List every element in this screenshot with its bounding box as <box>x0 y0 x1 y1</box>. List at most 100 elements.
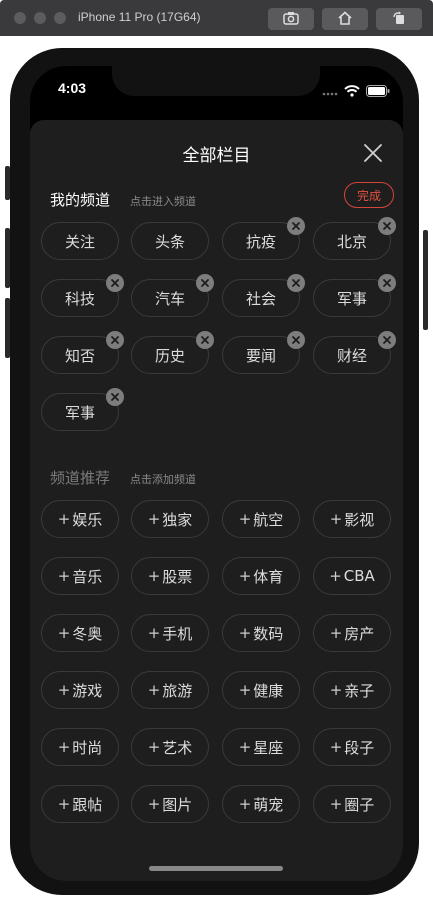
plus-icon: + <box>147 510 161 528</box>
my-channel-chip[interactable]: 军事 <box>41 388 124 431</box>
channel-label: 影视 <box>344 510 375 529</box>
recommended-channel-chip[interactable]: + 航空 <box>222 500 300 538</box>
channel-label: CBA <box>343 567 375 585</box>
my-channel-chip[interactable]: 知否 <box>41 331 124 374</box>
window-minimize-dot[interactable] <box>34 12 46 24</box>
recommended-channel-chip[interactable]: + 冬奥 <box>41 614 119 652</box>
recommended-channel-chip[interactable]: + 星座 <box>222 728 300 766</box>
plus-icon: + <box>238 738 252 756</box>
plus-icon: + <box>329 738 343 756</box>
plus-icon: + <box>147 567 161 585</box>
channel-label: 抗疫 <box>245 232 276 251</box>
channel-label: 图片 <box>162 795 193 814</box>
my-channel-chip[interactable]: 北京 <box>313 217 396 260</box>
plus-icon: + <box>329 795 343 813</box>
home-button[interactable] <box>322 8 368 30</box>
my-channel-chip[interactable]: 关注 <box>41 222 119 260</box>
remove-channel-icon[interactable] <box>378 274 396 292</box>
plus-icon: + <box>238 624 252 642</box>
plus-icon: + <box>329 510 343 528</box>
remove-channel-icon[interactable] <box>378 217 396 235</box>
recommended-channel-chip[interactable]: + 旅游 <box>131 671 209 709</box>
remove-channel-icon[interactable] <box>196 274 214 292</box>
simulator-title-bar: iPhone 11 Pro (17G64) <box>0 0 433 36</box>
power-button <box>423 230 428 330</box>
plus-icon: + <box>147 681 161 699</box>
recommended-channel-chip[interactable]: + 影视 <box>313 500 391 538</box>
recommended-channel-chip[interactable]: + 股票 <box>131 557 209 595</box>
recommended-channel-chip[interactable]: + 艺术 <box>131 728 209 766</box>
my-channel-chip[interactable]: 历史 <box>131 331 214 374</box>
my-channel-chip[interactable]: 科技 <box>41 274 124 317</box>
rotate-button[interactable] <box>376 8 422 30</box>
close-button[interactable] <box>360 140 386 166</box>
channel-label: 音乐 <box>72 567 103 586</box>
battery-icon <box>366 82 390 101</box>
screenshot-button[interactable] <box>268 8 314 30</box>
recommended-channel-chip[interactable]: + 数码 <box>222 614 300 652</box>
close-icon <box>360 144 386 170</box>
status-time: 4:03 <box>58 80 87 96</box>
recommended-channel-chip[interactable]: + 音乐 <box>41 557 119 595</box>
channel-label: 艺术 <box>162 738 193 757</box>
channel-label: 游戏 <box>72 681 103 700</box>
plus-icon: + <box>329 681 343 699</box>
channel-label: 社会 <box>245 289 276 308</box>
channel-label: 体育 <box>253 567 284 586</box>
recommended-channel-chip[interactable]: + 房产 <box>313 614 391 652</box>
remove-channel-icon[interactable] <box>106 388 124 406</box>
recommended-channel-chip[interactable]: + 段子 <box>313 728 391 766</box>
done-button[interactable]: 完成 <box>344 182 394 208</box>
my-channel-chip[interactable]: 汽车 <box>131 274 214 317</box>
recommended-channel-chip[interactable]: + 娱乐 <box>41 500 119 538</box>
channel-label: 手机 <box>162 624 193 643</box>
channel-label: 知否 <box>64 346 95 365</box>
channel-label: 汽车 <box>154 289 185 308</box>
channel-label: 要闻 <box>245 346 276 365</box>
recommended-channel-chip[interactable]: + 跟帖 <box>41 785 119 823</box>
my-channel-chip[interactable]: 军事 <box>313 274 396 317</box>
recommended-channel-chip[interactable]: + 圈子 <box>313 785 391 823</box>
recommended-channel-chip[interactable]: + 图片 <box>131 785 209 823</box>
remove-channel-icon[interactable] <box>196 331 214 349</box>
remove-channel-icon[interactable] <box>378 331 396 349</box>
channel-label: 健康 <box>253 681 284 700</box>
recommended-channel-chip[interactable]: + 亲子 <box>313 671 391 709</box>
channel-label: 历史 <box>154 346 185 365</box>
my-channel-chip[interactable]: 社会 <box>222 274 305 317</box>
plus-icon: + <box>238 510 252 528</box>
window-close-dot[interactable] <box>14 12 26 24</box>
remove-channel-icon[interactable] <box>287 331 305 349</box>
my-channel-chip[interactable]: 抗疫 <box>222 217 305 260</box>
remove-channel-icon[interactable] <box>106 331 124 349</box>
channel-label: 科技 <box>64 289 95 308</box>
recommended-channel-chip[interactable]: + 萌宠 <box>222 785 300 823</box>
plus-icon: + <box>57 795 71 813</box>
my-channel-chip[interactable]: 头条 <box>131 222 209 260</box>
channel-label: 旅游 <box>162 681 193 700</box>
recommended-channel-chip[interactable]: + 健康 <box>222 671 300 709</box>
channel-label: 财经 <box>336 346 367 365</box>
my-channel-chip[interactable]: 要闻 <box>222 331 305 374</box>
plus-icon: + <box>238 795 252 813</box>
my-channels-title: 我的频道 <box>50 191 111 209</box>
my-channel-chip[interactable]: 财经 <box>313 331 396 374</box>
recommended-channel-chip[interactable]: + 独家 <box>131 500 209 538</box>
channel-label: 独家 <box>162 510 193 529</box>
remove-channel-icon[interactable] <box>287 217 305 235</box>
rotate-icon <box>391 10 407 29</box>
recommended-channel-chip[interactable]: + CBA <box>313 557 391 595</box>
recommended-hint: 点击添加频道 <box>130 473 196 486</box>
recommended-channel-chip[interactable]: + 手机 <box>131 614 209 652</box>
home-icon <box>337 10 353 29</box>
recommended-channel-chip[interactable]: + 时尚 <box>41 728 119 766</box>
window-zoom-dot[interactable] <box>54 12 66 24</box>
plus-icon: + <box>238 567 252 585</box>
channel-label: 股票 <box>162 567 193 586</box>
recommended-channel-chip[interactable]: + 体育 <box>222 557 300 595</box>
channel-label: 娱乐 <box>72 510 103 529</box>
remove-channel-icon[interactable] <box>287 274 305 292</box>
plus-icon: + <box>238 681 252 699</box>
remove-channel-icon[interactable] <box>106 274 124 292</box>
recommended-channel-chip[interactable]: + 游戏 <box>41 671 119 709</box>
